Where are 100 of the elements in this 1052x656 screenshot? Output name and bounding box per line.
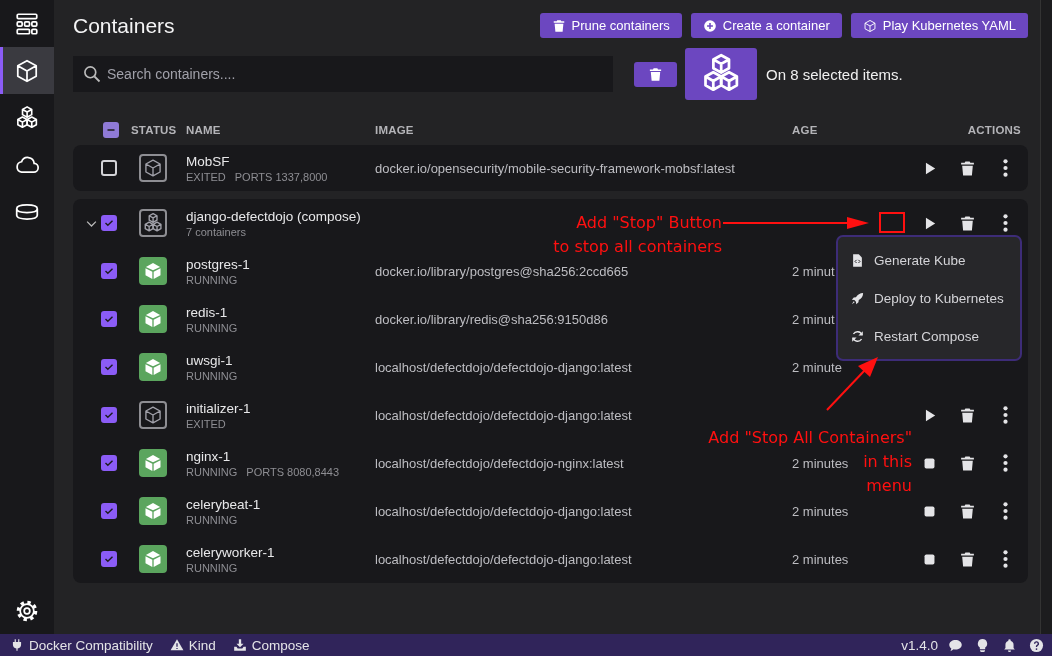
annotation-box — [879, 212, 905, 233]
checkbox[interactable] — [101, 263, 117, 279]
search-icon — [82, 64, 102, 84]
header-button[interactable]: Play Kubernetes YAML — [850, 13, 1028, 38]
container-name: celeryworker-1 — [186, 544, 276, 560]
annotation-text: Add "Stop" Button — [576, 212, 722, 234]
checkbox[interactable] — [101, 407, 117, 423]
status-text: EXITED — [186, 170, 226, 183]
checkbox[interactable] — [101, 503, 117, 519]
lightbulb-icon — [975, 637, 990, 653]
status-text: RUNNING — [186, 369, 238, 382]
age-text: 2 minut — [792, 263, 835, 279]
checkbox[interactable] — [101, 551, 117, 567]
image-name: localhost/defectdojo/defectdojo-django:latest — [375, 503, 632, 519]
age-text: 2 minutes — [792, 503, 849, 519]
age-text: 2 minutes — [792, 551, 849, 567]
status-text: RUNNING — [186, 561, 238, 574]
bell-icon — [1002, 637, 1017, 653]
trash-icon — [958, 406, 976, 424]
cube-icon — [14, 57, 40, 84]
annotation-text: in this — [863, 451, 912, 473]
kebab-icon — [1002, 159, 1008, 177]
menu-item[interactable]: Generate Kube — [838, 241, 1020, 279]
trash-icon — [551, 18, 566, 33]
image-name: docker.io/library/redis@sha256:9150d86 — [375, 311, 608, 327]
header-button[interactable]: Create a container — [690, 13, 842, 38]
help-icon — [1029, 637, 1044, 653]
status-text: RUNNING — [186, 321, 238, 334]
menu-item[interactable]: Deploy to Kubernetes — [838, 279, 1020, 317]
file-code-icon — [850, 252, 865, 268]
ports-text: PORTS 1337,8000 — [234, 170, 328, 183]
status-icon-button[interactable] — [1029, 637, 1044, 653]
trash-icon — [958, 550, 976, 568]
status-text: RUNNING — [186, 513, 238, 526]
sync-icon — [850, 328, 865, 344]
kebab-icon — [1002, 550, 1008, 568]
download-icon — [232, 638, 247, 652]
status-icon-button[interactable] — [1002, 637, 1017, 653]
column-header: STATUS — [131, 124, 177, 136]
dashboard-icon — [14, 10, 40, 37]
container-name: postgres-1 — [186, 256, 251, 272]
checkbox[interactable] — [101, 359, 117, 375]
cube-icon — [862, 18, 877, 33]
image-name: localhost/defectdojo/defectdojo-nginx:latest — [375, 455, 624, 471]
create-pod-button[interactable] — [685, 48, 757, 100]
trash-icon — [958, 159, 976, 177]
annotation-text: to stop all containers — [553, 236, 722, 258]
select-all-checkbox[interactable] — [103, 122, 119, 138]
column-header: ACTIONS — [967, 124, 1021, 136]
age-text: 2 minut — [792, 311, 835, 327]
image-name: docker.io/library/postgres@sha256:2ccd665 — [375, 263, 629, 279]
container-name: celerybeat-1 — [186, 496, 262, 512]
age-text: 2 minutes — [792, 455, 849, 471]
container-name: initializer-1 — [186, 400, 252, 416]
plug-icon — [10, 638, 24, 652]
container-name: uwsgi-1 — [186, 352, 234, 368]
sidebar-item[interactable] — [0, 47, 54, 94]
version-text: v1.4.0 — [901, 637, 938, 653]
bulk-delete-button[interactable] — [634, 61, 677, 87]
checkbox[interactable] — [101, 215, 117, 231]
trash-icon — [958, 502, 976, 520]
status-item[interactable]: Docker Compatibility — [10, 637, 153, 653]
container-count: 7 containers — [186, 225, 246, 238]
search-field[interactable]: Search containers.... — [73, 56, 613, 92]
status-item[interactable]: Compose — [232, 637, 310, 653]
kebab-icon — [1002, 214, 1008, 232]
container-name: redis-1 — [186, 304, 229, 320]
container-name: nginx-1 — [186, 448, 232, 464]
page-title: Containers — [73, 13, 176, 38]
trash-icon — [648, 66, 663, 82]
warning-icon — [169, 638, 184, 652]
checkbox[interactable] — [101, 455, 117, 471]
kebab-icon — [1002, 502, 1008, 520]
container-name: MobSF — [186, 153, 231, 169]
status-item[interactable]: Kind — [169, 637, 216, 653]
chat-icon — [948, 637, 963, 653]
rocket-icon — [850, 290, 865, 306]
menu-item[interactable]: Restart Compose — [838, 317, 1020, 355]
container-name: django-defectdojo (compose) — [186, 208, 362, 224]
annotation-text: menu — [866, 475, 912, 497]
plus-icon — [702, 18, 717, 33]
column-header: NAME — [186, 124, 221, 136]
column-header: AGE — [792, 124, 818, 136]
image-name: docker.io/opensecurity/mobile-security-framework-mobsf:latest — [375, 160, 735, 176]
age-text: 2 minute — [792, 359, 842, 375]
cubes-icon — [14, 104, 40, 131]
status-text: RUNNING — [186, 273, 238, 286]
checkbox[interactable] — [101, 311, 117, 327]
status-icon-button[interactable] — [975, 637, 990, 653]
trash-icon — [958, 214, 976, 232]
status-text: RUNNING — [186, 465, 238, 478]
annotation-text: Add "Stop All Containers" — [708, 427, 912, 449]
image-name: localhost/defectdojo/defectdojo-django:latest — [375, 407, 632, 423]
kebab-icon — [1002, 454, 1008, 472]
status-icon-button[interactable] — [948, 637, 963, 653]
header-button[interactable]: Prune containers — [539, 13, 682, 38]
kebab-icon — [1002, 406, 1008, 424]
selection-message: On 8 selected items. — [766, 65, 903, 83]
status-text: EXITED — [186, 417, 226, 430]
image-name: localhost/defectdojo/defectdojo-django:latest — [375, 359, 632, 375]
